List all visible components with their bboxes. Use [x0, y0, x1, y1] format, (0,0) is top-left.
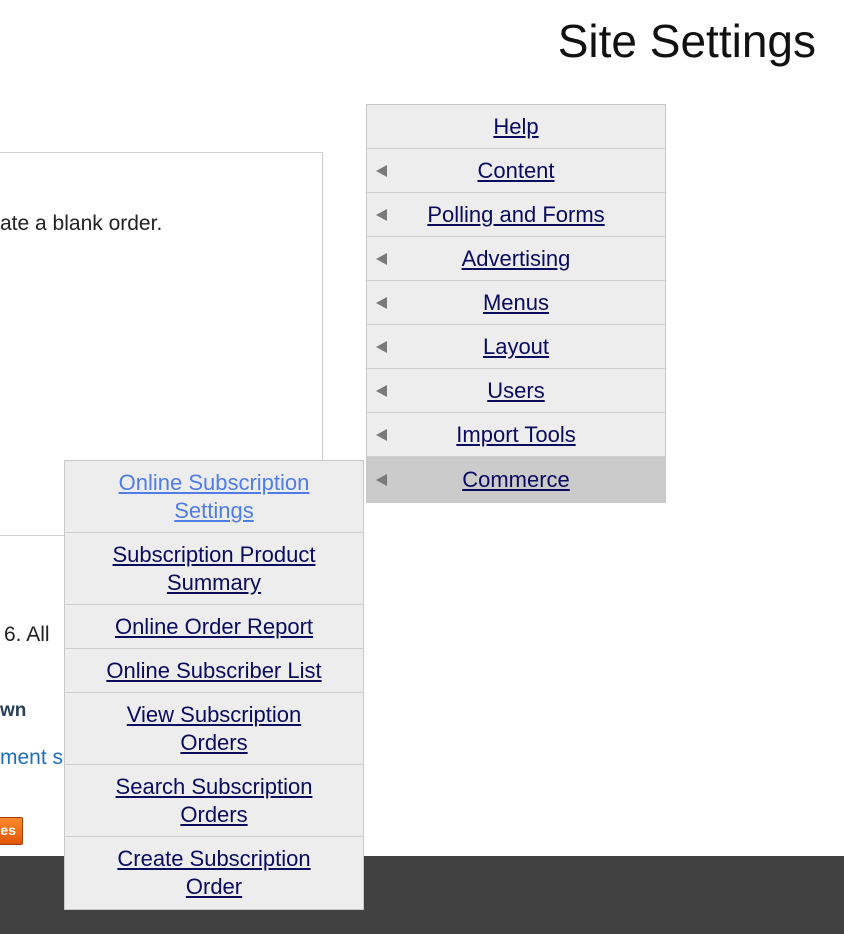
arrow-left-icon — [376, 296, 387, 309]
menu-item-layout[interactable]: Layout — [367, 325, 665, 369]
submenu-item-label[interactable]: View Subscription Orders — [114, 701, 314, 757]
menu-item-label[interactable]: Users — [487, 377, 544, 405]
arrow-left-icon — [376, 428, 387, 441]
menu-item-label[interactable]: Content — [477, 157, 554, 185]
submenu-item-label[interactable]: Search Subscription Orders — [104, 773, 324, 829]
arrow-left-icon — [376, 252, 387, 265]
commerce-submenu: Online Subscription Settings Subscriptio… — [64, 460, 364, 910]
menu-item-content[interactable]: Content — [367, 149, 665, 193]
submenu-item-subscription-product-summary[interactable]: Subscription Product Summary — [65, 533, 363, 605]
copyright-text: 6. All — [4, 623, 50, 646]
arrow-left-icon — [376, 340, 387, 353]
menu-item-label[interactable]: Commerce — [462, 466, 570, 494]
page-title: Site Settings — [557, 15, 816, 67]
submenu-item-online-subscriber-list[interactable]: Online Subscriber List — [65, 649, 363, 693]
content-panel-text: ate a blank order. — [0, 212, 163, 235]
menu-item-label[interactable]: Polling and Forms — [427, 201, 604, 229]
menu-item-users[interactable]: Users — [367, 369, 665, 413]
menu-item-polling-and-forms[interactable]: Polling and Forms — [367, 193, 665, 237]
menu-item-import-tools[interactable]: Import Tools — [367, 413, 665, 457]
menu-item-menus[interactable]: Menus — [367, 281, 665, 325]
submenu-item-search-subscription-orders[interactable]: Search Subscription Orders — [65, 765, 363, 837]
submenu-item-create-subscription-order[interactable]: Create Subscription Order — [65, 837, 363, 909]
submenu-item-online-subscription-settings[interactable]: Online Subscription Settings — [65, 461, 363, 533]
submenu-item-label[interactable]: Online Order Report — [115, 613, 313, 641]
menu-item-advertising[interactable]: Advertising — [367, 237, 665, 281]
arrow-left-icon — [376, 208, 387, 221]
footer-link[interactable]: ment s — [0, 746, 63, 770]
menu-item-help[interactable]: Help — [367, 105, 665, 149]
menu-item-commerce[interactable]: Commerce — [367, 457, 665, 502]
menu-item-label[interactable]: Help — [493, 113, 538, 141]
arrow-left-icon — [376, 164, 387, 177]
arrow-left-icon — [376, 384, 387, 397]
powered-by-text: wn — [0, 700, 27, 721]
save-changes-button[interactable]: es — [0, 817, 23, 845]
submenu-item-label[interactable]: Online Subscription Settings — [104, 469, 324, 525]
site-settings-menu: Help Content Polling and Forms Advertisi… — [366, 104, 666, 503]
menu-item-label[interactable]: Layout — [483, 333, 549, 361]
submenu-item-label[interactable]: Create Subscription Order — [104, 845, 324, 901]
arrow-left-icon — [376, 473, 387, 486]
menu-item-label[interactable]: Import Tools — [456, 421, 575, 449]
submenu-item-label[interactable]: Online Subscriber List — [106, 657, 321, 685]
menu-item-label[interactable]: Advertising — [462, 245, 571, 273]
submenu-item-online-order-report[interactable]: Online Order Report — [65, 605, 363, 649]
submenu-item-view-subscription-orders[interactable]: View Subscription Orders — [65, 693, 363, 765]
menu-item-label[interactable]: Menus — [483, 289, 549, 317]
submenu-item-label[interactable]: Subscription Product Summary — [94, 541, 334, 597]
